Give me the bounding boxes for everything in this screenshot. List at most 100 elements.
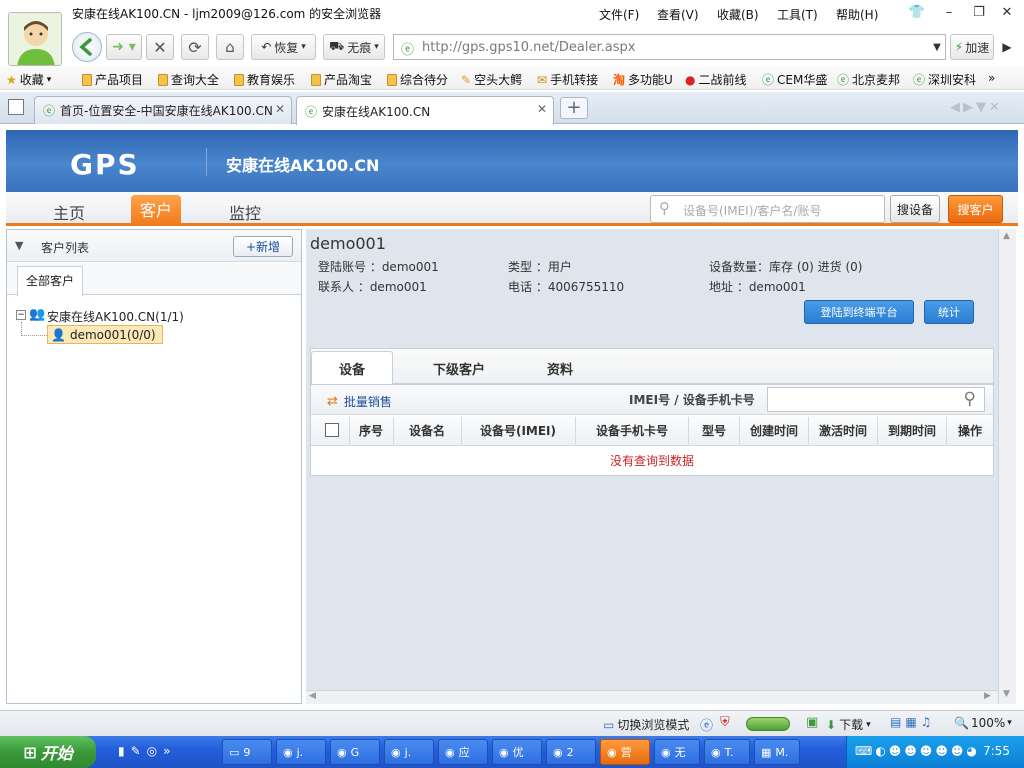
col-device-name[interactable]: 设备名: [395, 422, 459, 439]
switch-mode-button[interactable]: ▭ 切换浏览模式: [603, 716, 689, 733]
quicklaunch-icons[interactable]: ▮✎◎»: [118, 744, 176, 758]
tab-profile[interactable]: 资料: [547, 359, 573, 378]
col-model[interactable]: 型号: [690, 422, 738, 439]
start-button[interactable]: ⊞ 开始: [0, 736, 96, 768]
search-icon[interactable]: ⚲: [964, 389, 976, 409]
col-imei[interactable]: 设备号(IMEI): [463, 422, 573, 439]
col-sim[interactable]: 设备手机卡号: [577, 422, 687, 439]
tree-child-selected[interactable]: 👤 demo001(0/0): [47, 325, 163, 344]
tab-devices[interactable]: 设备: [339, 359, 365, 378]
task-item[interactable]: ◉ 优: [492, 739, 542, 765]
zoom-control[interactable]: 🔍 100% ▾: [954, 716, 1012, 730]
stats-button[interactable]: 统计: [924, 300, 974, 324]
task-item[interactable]: ◉ 2: [546, 739, 596, 765]
task-item-active[interactable]: ◉ 营: [600, 739, 650, 765]
scroll-down-icon[interactable]: ▼: [1003, 689, 1010, 699]
scroll-up-icon[interactable]: ▲: [1003, 231, 1010, 241]
login-platform-button[interactable]: 登陆到终端平台: [804, 300, 914, 324]
bookmark-item[interactable]: ✎ 空头大鳄: [461, 71, 522, 88]
skin-icon[interactable]: 👕: [908, 4, 926, 22]
notrace-button[interactable]: ⛟ 无痕 ▾: [323, 34, 385, 60]
close-icon[interactable]: ✕: [537, 102, 547, 116]
home-button[interactable]: ⌂: [216, 34, 244, 60]
forward-button[interactable]: ➜ ▾: [106, 34, 142, 60]
stop-button[interactable]: ✕: [146, 34, 174, 60]
close-button[interactable]: ✕: [998, 4, 1016, 22]
bookmark-item[interactable]: 综合待分: [387, 71, 448, 88]
search-input[interactable]: ⚲ 设备号(IMEI)/客户名/账号: [650, 195, 885, 223]
tray-icons[interactable]: ⌨◐☻☻☻☻☻◕: [855, 744, 980, 758]
bookmark-item[interactable]: ⓔ 深圳安科: [913, 71, 976, 88]
favorites-menu[interactable]: ★ 收藏 ▾: [6, 71, 51, 88]
tree-root-label[interactable]: 安康在线AK100.CN(1/1): [47, 308, 184, 325]
menu-view[interactable]: 查看(V): [657, 6, 699, 23]
task-item[interactable]: ◉ j.: [276, 739, 326, 765]
menu-file[interactable]: 文件(F): [599, 6, 639, 23]
refresh-button[interactable]: ⟳: [181, 34, 209, 60]
bookmark-item[interactable]: ✉ 手机转接: [537, 71, 598, 88]
accelerate-button[interactable]: ⚡ 加速: [950, 34, 994, 60]
menu-favorites[interactable]: 收藏(B): [717, 6, 759, 23]
imei-search-input[interactable]: ⚲: [767, 387, 985, 412]
task-item[interactable]: ◉ j.: [384, 739, 434, 765]
shield-icon[interactable]: ⛨: [720, 715, 730, 730]
go-button[interactable]: ▶: [997, 34, 1017, 60]
col-created[interactable]: 创建时间: [741, 422, 807, 439]
nav-customers[interactable]: 客户: [131, 195, 181, 226]
menu-tools[interactable]: 工具(T): [777, 6, 818, 23]
scroll-left-icon[interactable]: ◀: [309, 691, 316, 701]
col-actions[interactable]: 操作: [948, 422, 992, 439]
tab-scroll-controls[interactable]: ◀▶▼✕: [950, 100, 1003, 115]
bookmark-item[interactable]: 查询大全: [158, 71, 219, 88]
tab-sub-customers[interactable]: 下级客户: [433, 359, 485, 378]
tree-collapse-icon[interactable]: −: [16, 310, 26, 320]
download-button[interactable]: ⬇ 下载 ▾: [826, 716, 871, 733]
menu-help[interactable]: 帮助(H): [836, 6, 878, 23]
back-button[interactable]: [72, 32, 102, 62]
user-avatar[interactable]: [8, 12, 62, 66]
bookmark-item[interactable]: 教育娱乐: [234, 71, 295, 88]
bookmark-item[interactable]: 产品项目: [82, 71, 143, 88]
tab-active[interactable]: ⓔ 安康在线AK100.CN ✕: [296, 96, 554, 125]
close-icon[interactable]: ✕: [275, 102, 285, 116]
bookmark-item[interactable]: ⓔ 北京麦邦: [837, 71, 900, 88]
col-index[interactable]: 序号: [351, 422, 391, 439]
task-item[interactable]: ▭ 9: [222, 739, 272, 765]
new-tab-button[interactable]: +: [560, 97, 588, 119]
task-item[interactable]: ▦ M.: [754, 739, 800, 765]
restore-button[interactable]: ❐: [970, 4, 988, 22]
nav-monitor[interactable]: 监控: [229, 200, 261, 224]
bookmarks-overflow[interactable]: »: [988, 71, 995, 85]
task-item[interactable]: ◉ G: [330, 739, 380, 765]
nav-home[interactable]: 主页: [53, 200, 85, 224]
search-device-button[interactable]: 搜设备: [890, 195, 940, 223]
search-customer-button[interactable]: 搜客户: [948, 195, 1003, 223]
bookmark-item[interactable]: 淘多功能U: [613, 71, 673, 88]
minimize-button[interactable]: –: [940, 4, 958, 22]
ie-icon[interactable]: ⓔ: [700, 715, 713, 734]
scroll-right-icon[interactable]: ▶: [984, 691, 991, 701]
address-dropdown[interactable]: ▼: [927, 34, 947, 60]
tab-home[interactable]: ⓔ 首页-位置安全-中国安康在线AK100.CN ✕: [34, 96, 292, 124]
toggle-switch[interactable]: [746, 717, 790, 731]
vertical-scrollbar[interactable]: ▲ ▼: [998, 229, 1016, 704]
task-item[interactable]: ◉ 无: [654, 739, 700, 765]
bookmark-item[interactable]: ⓔ CEM华盛: [762, 71, 827, 88]
bookmark-item[interactable]: ● 二战前线: [685, 71, 747, 88]
batch-sale-link[interactable]: ⇄ 批量销售: [327, 393, 392, 410]
col-activated[interactable]: 激活时间: [810, 422, 876, 439]
task-item[interactable]: ◉ 应: [438, 739, 488, 765]
bookmark-item[interactable]: 产品淘宝: [311, 71, 372, 88]
tab-all-customers[interactable]: 全部客户: [17, 266, 83, 296]
horizontal-scrollbar[interactable]: ◀ ▶: [306, 690, 998, 704]
screenshot-icon[interactable]: ▣: [806, 715, 818, 730]
add-customer-button[interactable]: +新增: [233, 236, 293, 257]
col-expires[interactable]: 到期时间: [879, 422, 945, 439]
collapse-triangle-icon[interactable]: ▼: [15, 239, 23, 252]
tool-icons[interactable]: ▤▦♫: [890, 715, 935, 729]
restore-tab-button[interactable]: ↶ 恢复 ▾: [251, 34, 316, 60]
address-bar[interactable]: ⓔ http://gps.gps10.net/Dealer.aspx: [393, 34, 946, 60]
task-item[interactable]: ◉ T.: [704, 739, 750, 765]
sidebar-toggle-icon[interactable]: [8, 99, 24, 115]
select-all-checkbox[interactable]: [325, 423, 339, 437]
